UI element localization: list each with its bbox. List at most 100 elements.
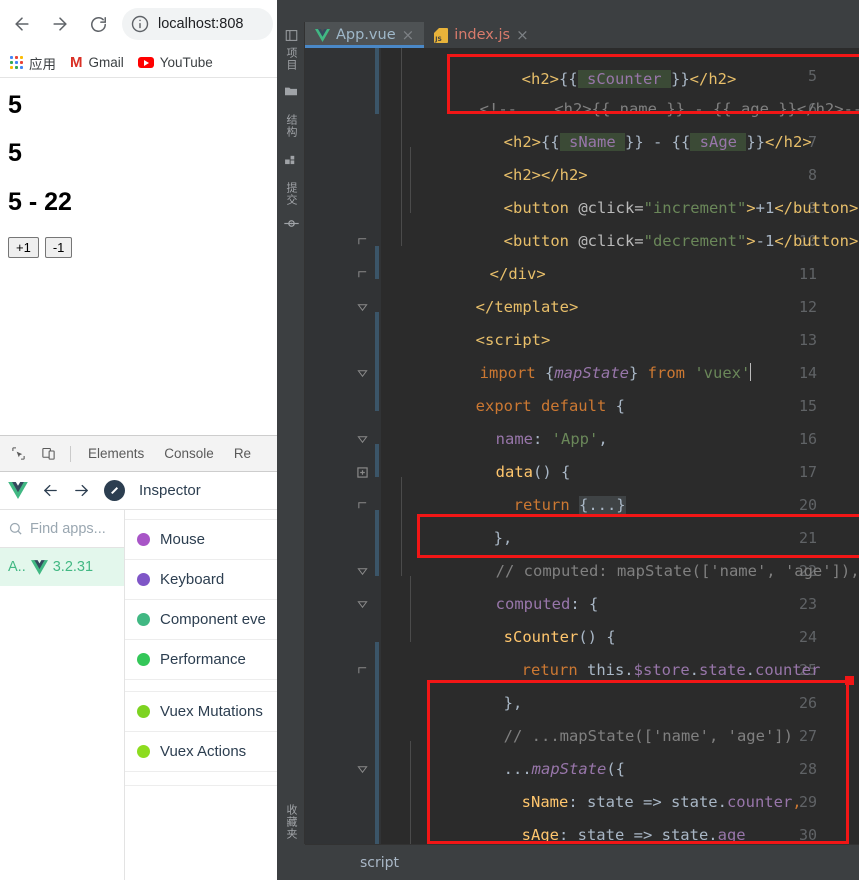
tab-elements[interactable]: Elements (79, 446, 153, 461)
code-line[interactable]: data() { (421, 423, 571, 481)
increment-button[interactable]: +1 (8, 236, 39, 258)
vue-app-list: Find apps... A.. 3.2.31 (0, 510, 125, 880)
code-line[interactable]: <h2></h2> (429, 126, 588, 184)
fold-marker[interactable] (356, 456, 369, 489)
vcs-change-bar (375, 642, 379, 844)
layer-label: Keyboard (160, 571, 225, 588)
fold-marker[interactable] (356, 753, 369, 786)
code-line[interactable]: // ...mapState(['name', 'age']) (429, 687, 793, 745)
forward-button[interactable] (42, 6, 78, 42)
fold-start-icon (357, 766, 368, 774)
code-line[interactable]: <!-- <h2>{{ name }} - {{ age }}</h2>--> (405, 60, 859, 118)
code-line[interactable]: </div> (415, 225, 546, 283)
fold-marker[interactable] (356, 357, 369, 390)
close-icon[interactable]: × (516, 27, 529, 43)
code-line[interactable]: import {mapState} from 'vuex' (405, 324, 752, 382)
inspect-element-button[interactable] (4, 440, 32, 468)
expand-plus-icon (357, 467, 368, 478)
tab-resources[interactable]: Re (225, 446, 260, 461)
devtools-panel: Elements Console Re Inspector Find apps.… (0, 435, 277, 880)
vue-forward-button[interactable] (73, 482, 90, 499)
breadcrumb[interactable]: script (360, 855, 399, 871)
code-text-area[interactable]: <h2>{{ sCounter }}</h2> <!-- <h2>{{ name… (381, 48, 859, 844)
code-line[interactable]: }, (419, 489, 513, 547)
tab-app-vue[interactable]: App.vue × (305, 22, 425, 48)
text-caret (750, 363, 752, 381)
code-line[interactable]: sAge: state => state.age (447, 786, 746, 844)
fold-marker[interactable] (356, 225, 369, 258)
list-item[interactable]: Component eve (125, 600, 277, 640)
tab-index-js[interactable]: index.js × (424, 22, 538, 48)
code-line[interactable]: computed: { (421, 555, 599, 613)
bookmark-gmail[interactable]: M Gmail (66, 53, 128, 72)
fold-marker[interactable] (356, 423, 369, 456)
list-item[interactable]: Vuex Actions (125, 732, 277, 772)
find-apps-input[interactable]: Find apps... (0, 510, 124, 548)
list-item[interactable]: Vuex Mutations (125, 692, 277, 732)
vue-back-button[interactable] (42, 482, 59, 499)
device-toolbar-button[interactable] (34, 440, 62, 468)
fold-marker[interactable] (356, 489, 369, 522)
fold-marker[interactable] (356, 258, 369, 291)
code-line[interactable]: <button @click="increment">+1</button> (429, 159, 859, 217)
apps-grid-icon (10, 56, 23, 69)
code-line[interactable]: // computed: mapState(['name', 'age']), (421, 522, 859, 580)
code-line[interactable]: ...mapState({ (429, 720, 625, 778)
code-line[interactable]: <script> (401, 291, 551, 349)
bookmarks-bar: 应用 M Gmail YouTube (0, 48, 277, 78)
vue-devtools-body: Find apps... A.. 3.2.31 Mouse Keyboard C… (0, 510, 277, 880)
indent-guide (401, 48, 402, 246)
list-item[interactable]: Keyboard (125, 560, 277, 600)
tab-console[interactable]: Console (155, 446, 223, 461)
bookmark-apps[interactable]: 应用 (6, 51, 60, 75)
code-line[interactable]: export default { (401, 357, 625, 415)
inspect-element-icon (11, 447, 25, 460)
layer-color-dot (137, 533, 150, 546)
reload-button[interactable] (80, 6, 116, 42)
bookmark-youtube[interactable]: YouTube (134, 53, 217, 72)
blocks-icon (284, 155, 294, 165)
code-line[interactable]: <button @click="decrement">-1</button> (429, 192, 859, 250)
fold-marker[interactable] (356, 555, 369, 588)
fold-end-icon (358, 502, 367, 509)
inspector-tab-label[interactable]: Inspector (139, 482, 201, 499)
sidebar-item-commit[interactable]: 提交 (277, 182, 305, 206)
code-line[interactable]: }, (429, 654, 523, 712)
editor-tabbar: App.vue × index.js × (305, 22, 859, 48)
editor-gutter[interactable] (305, 48, 381, 844)
back-arrow-icon (44, 484, 57, 497)
back-button[interactable] (4, 6, 40, 42)
sidebar-item-folder[interactable] (277, 80, 305, 102)
fold-marker[interactable] (356, 588, 369, 621)
code-editor[interactable]: 5 6 7 8 9 10 11 12 13 14 15 16 17 20 21 … (305, 48, 859, 844)
sidebar-item-project[interactable]: 项目 (277, 24, 305, 71)
code-line[interactable]: name: 'App', (421, 390, 608, 448)
address-bar[interactable]: localhost:808 (122, 8, 273, 40)
sidebar-item-blocks[interactable] (277, 149, 305, 170)
vue-logo-icon (8, 482, 28, 499)
sidebar-item-favorites[interactable]: 收藏夹 (277, 804, 305, 840)
url-text: localhost:808 (158, 16, 244, 32)
timeline-list-bottom-spacer (125, 772, 277, 786)
sidebar-item-structure[interactable]: 结构 (277, 114, 305, 138)
code-line[interactable]: sName: state => state.counter, (447, 753, 802, 811)
code-line[interactable]: return {...} (439, 456, 626, 514)
fold-marker[interactable] (356, 291, 369, 324)
close-icon[interactable]: × (402, 27, 415, 43)
code-line[interactable]: </template> (401, 258, 579, 316)
code-line[interactable]: }) (429, 819, 522, 844)
decrement-button[interactable]: -1 (44, 236, 73, 258)
sidebar-item-vcs-branch[interactable] (277, 214, 305, 233)
code-line[interactable]: return this.$store.state.counter (447, 621, 821, 679)
bookmark-label: YouTube (159, 55, 213, 70)
list-item[interactable]: Mouse (125, 520, 277, 560)
vue-app-item[interactable]: A.. 3.2.31 (0, 548, 124, 586)
js-file-icon (434, 27, 449, 43)
fold-marker[interactable] (356, 654, 369, 687)
vue-devtools-toolbar: Inspector (0, 472, 277, 510)
list-item[interactable]: Performance (125, 640, 277, 680)
page-content: 5 5 5 - 22 +1 -1 (0, 78, 277, 258)
code-line[interactable]: sCounter() { (429, 588, 616, 646)
fold-start-icon (357, 568, 368, 576)
code-line[interactable]: <h2>{{ sName }} - {{ sAge }}</h2> (429, 93, 812, 151)
